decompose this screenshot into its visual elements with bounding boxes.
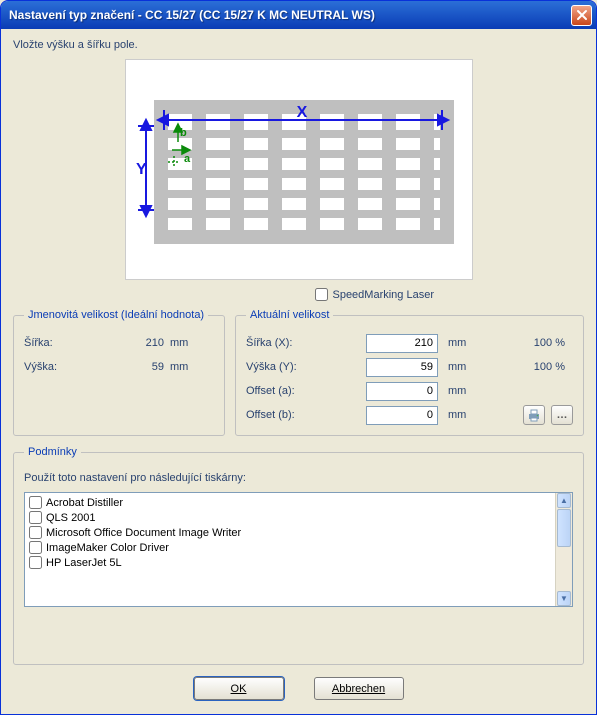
printer-icon — [527, 409, 541, 422]
nominal-legend: Jmenovitá velikost (Ideální hodnota) — [24, 309, 208, 321]
x-axis-label: X — [296, 104, 307, 121]
conditions-legend: Podmínky — [24, 446, 81, 458]
instruction-text: Vložte výšku a šířku pole. — [13, 39, 584, 51]
dialog-window: Nastavení typ značení - CC 15/27 (CC 15/… — [0, 0, 597, 715]
printer-label: Microsoft Office Document Image Writer — [46, 527, 241, 539]
nominal-width-label: Šířka: — [24, 337, 104, 349]
actual-width-unit: mm — [438, 337, 478, 349]
print-button[interactable] — [523, 405, 545, 425]
dialog-buttons: OK Abbrechen — [13, 665, 584, 704]
size-columns: Jmenovitá velikost (Ideální hodnota) Šíř… — [13, 307, 584, 436]
list-item[interactable]: QLS 2001 — [27, 510, 553, 525]
window-title: Nastavení typ značení - CC 15/27 (CC 15/… — [9, 8, 571, 22]
nominal-height-value: 59 — [104, 361, 164, 373]
cancel-button[interactable]: Abbrechen — [314, 677, 404, 700]
scroll-down-icon[interactable]: ▼ — [557, 591, 571, 606]
scroll-up-icon[interactable]: ▲ — [557, 493, 571, 508]
nominal-width-value: 210 — [104, 337, 164, 349]
offset-a-label: Offset (a): — [246, 385, 366, 397]
dialog-content: Vložte výšku a šířku pole. — [1, 29, 596, 714]
marking-diagram: X Y — [125, 59, 473, 280]
ok-button[interactable]: OK — [194, 677, 284, 700]
printer-checkbox[interactable] — [29, 526, 42, 539]
printer-listbox[interactable]: Acrobat Distiller QLS 2001 Microsoft Off… — [24, 492, 573, 607]
list-item[interactable]: HP LaserJet 5L — [27, 555, 553, 570]
printer-label: ImageMaker Color Driver — [46, 542, 169, 554]
printer-items: Acrobat Distiller QLS 2001 Microsoft Off… — [25, 493, 555, 606]
printer-label: Acrobat Distiller — [46, 497, 123, 509]
close-icon — [576, 9, 588, 21]
actual-height-percent: 100 % — [478, 361, 573, 373]
printer-label: HP LaserJet 5L — [46, 557, 122, 569]
nominal-height-label: Výška: — [24, 361, 104, 373]
nominal-width-unit: mm — [164, 337, 188, 349]
printer-checkbox[interactable] — [29, 556, 42, 569]
speedmarking-row: SpeedMarking Laser — [13, 288, 584, 307]
printer-label: QLS 2001 — [46, 512, 96, 524]
printer-checkbox[interactable] — [29, 541, 42, 554]
actual-width-label: Šířka (X): — [246, 337, 366, 349]
printer-checkbox[interactable] — [29, 511, 42, 524]
conditions-group: Podmínky Použít toto nastavení pro násle… — [13, 446, 584, 665]
speedmarking-label: SpeedMarking Laser — [332, 289, 434, 301]
list-item[interactable]: Microsoft Office Document Image Writer — [27, 525, 553, 540]
actual-height-input[interactable] — [366, 358, 438, 377]
a-label: a — [184, 153, 191, 165]
titlebar: Nastavení typ značení - CC 15/27 (CC 15/… — [1, 1, 596, 29]
nominal-size-group: Jmenovitá velikost (Ideální hodnota) Šíř… — [13, 309, 225, 436]
list-item[interactable]: ImageMaker Color Driver — [27, 540, 553, 555]
actual-height-label: Výška (Y): — [246, 361, 366, 373]
actual-height-unit: mm — [438, 361, 478, 373]
offset-b-unit: mm — [438, 409, 478, 421]
speedmarking-checkbox[interactable]: SpeedMarking Laser — [315, 288, 434, 301]
more-button[interactable]: … — [551, 405, 573, 425]
y-axis-label: Y — [136, 161, 147, 178]
actual-width-input[interactable] — [366, 334, 438, 353]
b-label: b — [180, 127, 187, 139]
speedmarking-checkbox-input[interactable] — [315, 288, 328, 301]
printer-checkbox[interactable] — [29, 496, 42, 509]
scrollbar[interactable]: ▲ ▼ — [555, 493, 572, 606]
list-item[interactable]: Acrobat Distiller — [27, 495, 553, 510]
diagram-wrap: X Y — [13, 59, 584, 280]
conditions-sublabel: Použít toto nastavení pro následující ti… — [24, 472, 573, 484]
scroll-thumb[interactable] — [557, 509, 571, 547]
actual-width-percent: 100 % — [478, 337, 573, 349]
offset-a-input[interactable] — [366, 382, 438, 401]
nominal-height-unit: mm — [164, 361, 188, 373]
offset-b-label: Offset (b): — [246, 409, 366, 421]
offset-a-unit: mm — [438, 385, 478, 397]
close-button[interactable] — [571, 5, 592, 26]
actual-size-group: Aktuální velikost Šířka (X): mm 100 % Vý… — [235, 309, 584, 436]
actual-legend: Aktuální velikost — [246, 309, 333, 321]
ellipsis-icon: … — [557, 409, 568, 421]
offset-b-input[interactable] — [366, 406, 438, 425]
